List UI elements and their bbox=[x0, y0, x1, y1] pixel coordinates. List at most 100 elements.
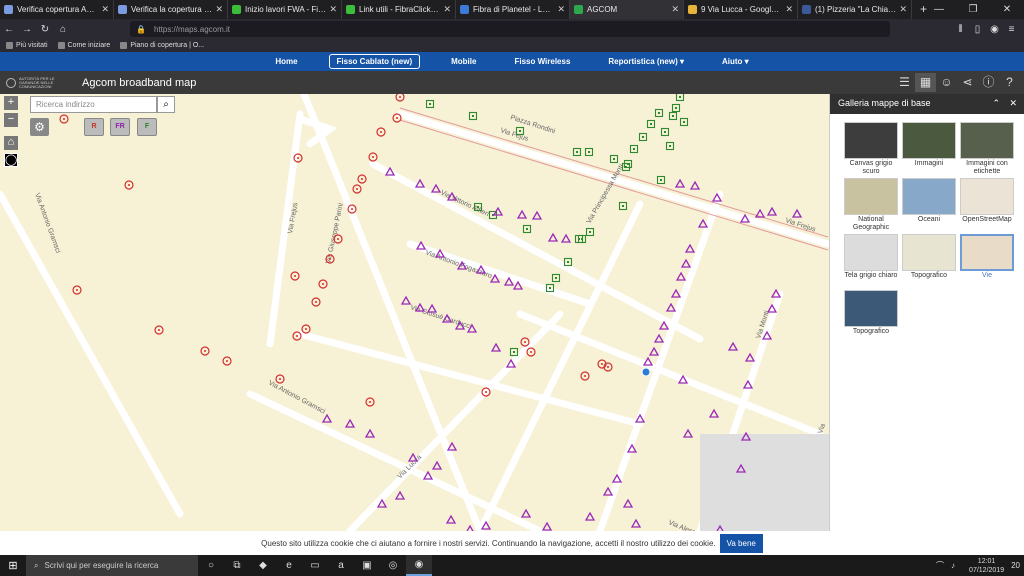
basemap-item[interactable]: Canvas grigio scuro bbox=[842, 122, 900, 178]
tab-title: Link utili - FibraClick Wiki bbox=[359, 5, 441, 14]
browser-tab[interactable]: Verifica copertura ADSL Wind✕ bbox=[0, 0, 114, 19]
tab-favicon bbox=[232, 5, 241, 14]
basemap-item[interactable]: Immagini con etichette bbox=[958, 122, 1016, 178]
menu-mobile[interactable]: Mobile bbox=[444, 55, 483, 68]
notification-badge[interactable]: 20 bbox=[1011, 561, 1020, 570]
back-icon[interactable]: ← bbox=[0, 24, 18, 35]
amazon-icon[interactable]: a bbox=[328, 560, 354, 571]
bookmark-item[interactable]: Come iniziare bbox=[57, 42, 110, 49]
maximize-icon[interactable]: ❐ bbox=[956, 0, 990, 19]
location-marker[interactable] bbox=[641, 367, 651, 377]
browser-tab[interactable]: Inizio lavori FWA - FibraClick✕ bbox=[228, 0, 342, 19]
close-icon[interactable]: ✕ bbox=[101, 4, 109, 15]
bookmark-item[interactable]: Piano di copertura | O... bbox=[120, 42, 204, 49]
close-icon[interactable]: ✕ bbox=[899, 4, 907, 15]
collapse-icon[interactable]: ⌃ bbox=[992, 98, 1000, 109]
cookie-accept-button[interactable]: Va bene bbox=[719, 533, 763, 553]
basemap-thumbnail bbox=[960, 178, 1014, 215]
dropbox-icon[interactable]: ◆ bbox=[250, 560, 276, 571]
cookie-banner: Questo sito utilizza cookie che ci aiuta… bbox=[0, 531, 1024, 555]
home-view-button[interactable]: ⌂ bbox=[4, 136, 18, 150]
menu-fisso-wireless[interactable]: Fisso Wireless bbox=[507, 55, 577, 68]
layer-fr-button[interactable]: FR bbox=[110, 118, 130, 136]
browser-tab[interactable]: Link utili - FibraClick Wiki ✕ bbox=[342, 0, 456, 19]
browser-tab[interactable]: Fibra di Planetel - Lasciati en✕ bbox=[456, 0, 570, 19]
zoom-out-button[interactable]: − bbox=[4, 113, 18, 127]
close-icon[interactable]: ✕ bbox=[557, 4, 565, 15]
chrome-icon[interactable]: ◎ bbox=[380, 560, 406, 571]
info-icon[interactable]: ⓘ bbox=[978, 73, 999, 92]
file-explorer-icon[interactable]: ▭ bbox=[302, 560, 328, 571]
app-icon[interactable]: ▣ bbox=[354, 560, 380, 571]
basemap-thumbnail bbox=[960, 122, 1014, 159]
address-search-input[interactable]: Ricerca indirizzo bbox=[30, 96, 157, 113]
basemap-item[interactable]: Oceani bbox=[900, 178, 958, 234]
basemap-item[interactable]: Topografico bbox=[900, 234, 958, 290]
basemap-item[interactable]: Tela grigio chiaro bbox=[842, 234, 900, 290]
window-close-icon[interactable]: ✕ bbox=[990, 0, 1024, 19]
basemap-item-selected[interactable]: Vie bbox=[958, 234, 1016, 290]
map-controls: + − ⌂ ◯ bbox=[4, 96, 18, 170]
browser-tab[interactable]: 9 Via Lucca - Google Maps✕ bbox=[684, 0, 798, 19]
zoom-in-button[interactable]: + bbox=[4, 96, 18, 110]
tab-title: 9 Via Lucca - Google Maps bbox=[701, 5, 782, 14]
browser-tab[interactable]: (1) Pizzeria "La Chiacchiera"✕ bbox=[798, 0, 912, 19]
basemap-item[interactable]: OpenStreetMap bbox=[958, 178, 1016, 234]
tab-favicon bbox=[118, 5, 127, 14]
layer-r-button[interactable]: R bbox=[84, 118, 104, 136]
search-icon[interactable]: ⌕ bbox=[157, 96, 175, 113]
basemap-grid-icon[interactable]: ▦ bbox=[915, 73, 936, 92]
home-icon[interactable]: ⌂ bbox=[54, 24, 72, 35]
bookmark-item[interactable]: Più visitati bbox=[6, 42, 48, 49]
map-canvas[interactable]: Piazza Rondini Via Fejus Via Frejus Via … bbox=[0, 94, 829, 531]
firefox-icon[interactable]: ◉ bbox=[406, 555, 432, 576]
menu-aiuto[interactable]: Aiuto ▾ bbox=[715, 55, 756, 68]
help-icon[interactable]: ? bbox=[999, 73, 1020, 92]
close-icon[interactable]: ✕ bbox=[671, 4, 679, 15]
edge-icon[interactable]: e bbox=[276, 560, 302, 571]
menu-fisso-cablato[interactable]: Fisso Cablato (new) bbox=[328, 54, 421, 69]
close-icon[interactable]: ✕ bbox=[1009, 98, 1017, 109]
browser-tab-active[interactable]: AGCOM ✕ bbox=[570, 0, 684, 19]
close-icon[interactable]: ✕ bbox=[785, 4, 793, 15]
browser-tab[interactable]: Verifica la copertura adsl, sha✕ bbox=[114, 0, 228, 19]
smiley-icon[interactable]: ☺ bbox=[936, 73, 957, 92]
windows-start-icon[interactable]: ⊞ bbox=[0, 559, 26, 572]
list-icon[interactable]: ☰ bbox=[894, 73, 915, 92]
url-bar[interactable]: 🔒 https://maps.agcom.it bbox=[130, 21, 890, 37]
sidebar-icon[interactable]: ▯ bbox=[969, 24, 986, 35]
taskbar-search[interactable]: ⌕ Scrivi qui per eseguire la ricerca bbox=[26, 555, 198, 576]
reload-icon[interactable]: ↻ bbox=[36, 24, 54, 35]
close-icon[interactable]: ✕ bbox=[443, 4, 451, 15]
forward-icon[interactable]: → bbox=[18, 24, 36, 35]
close-icon[interactable]: ✕ bbox=[329, 4, 337, 15]
layer-f-button[interactable]: F bbox=[137, 118, 157, 136]
close-icon[interactable]: ✕ bbox=[215, 4, 223, 15]
volume-icon[interactable]: ♪ bbox=[951, 561, 955, 570]
share-icon[interactable]: ⋖ bbox=[957, 73, 978, 92]
menu-home[interactable]: Home bbox=[268, 55, 304, 68]
gear-icon[interactable]: ⚙ bbox=[30, 118, 49, 136]
basemap-item[interactable]: Immagini bbox=[900, 122, 958, 178]
clock[interactable]: 12:01 07/12/2019 bbox=[962, 557, 1004, 575]
clock-time: 12:01 bbox=[977, 557, 996, 565]
network-icon[interactable]: ⌒ bbox=[936, 560, 944, 571]
tab-favicon bbox=[346, 5, 355, 14]
account-icon[interactable]: ◉ bbox=[986, 24, 1003, 35]
locate-icon[interactable]: ◯ bbox=[4, 153, 18, 167]
basemap-item[interactable]: National Geographic bbox=[842, 178, 900, 234]
minimize-icon[interactable]: — bbox=[922, 0, 956, 19]
menu-reportistica[interactable]: Reportistica (new) ▾ bbox=[601, 55, 691, 68]
page-icon bbox=[120, 42, 128, 49]
task-view-icon[interactable]: ⧉ bbox=[224, 560, 250, 571]
header-tools: ☰ ▦ ☺ ⋖ ⓘ ? bbox=[894, 73, 1020, 92]
basemap-item[interactable]: Topografico bbox=[842, 290, 900, 346]
system-tray: ⌒ ♪ 12:01 07/12/2019 20 bbox=[929, 555, 1020, 576]
tab-favicon bbox=[574, 5, 583, 14]
cortana-icon[interactable]: ○ bbox=[198, 560, 224, 571]
logo-text: AUTORITÀ PER LE GARANZIE NELLE COMUNICAZ… bbox=[19, 75, 55, 89]
library-icon[interactable]: ⫴ bbox=[952, 24, 969, 35]
gear-icon bbox=[6, 42, 13, 49]
menu-icon[interactable]: ≡ bbox=[1003, 24, 1020, 35]
basemap-thumbnail bbox=[960, 234, 1014, 271]
